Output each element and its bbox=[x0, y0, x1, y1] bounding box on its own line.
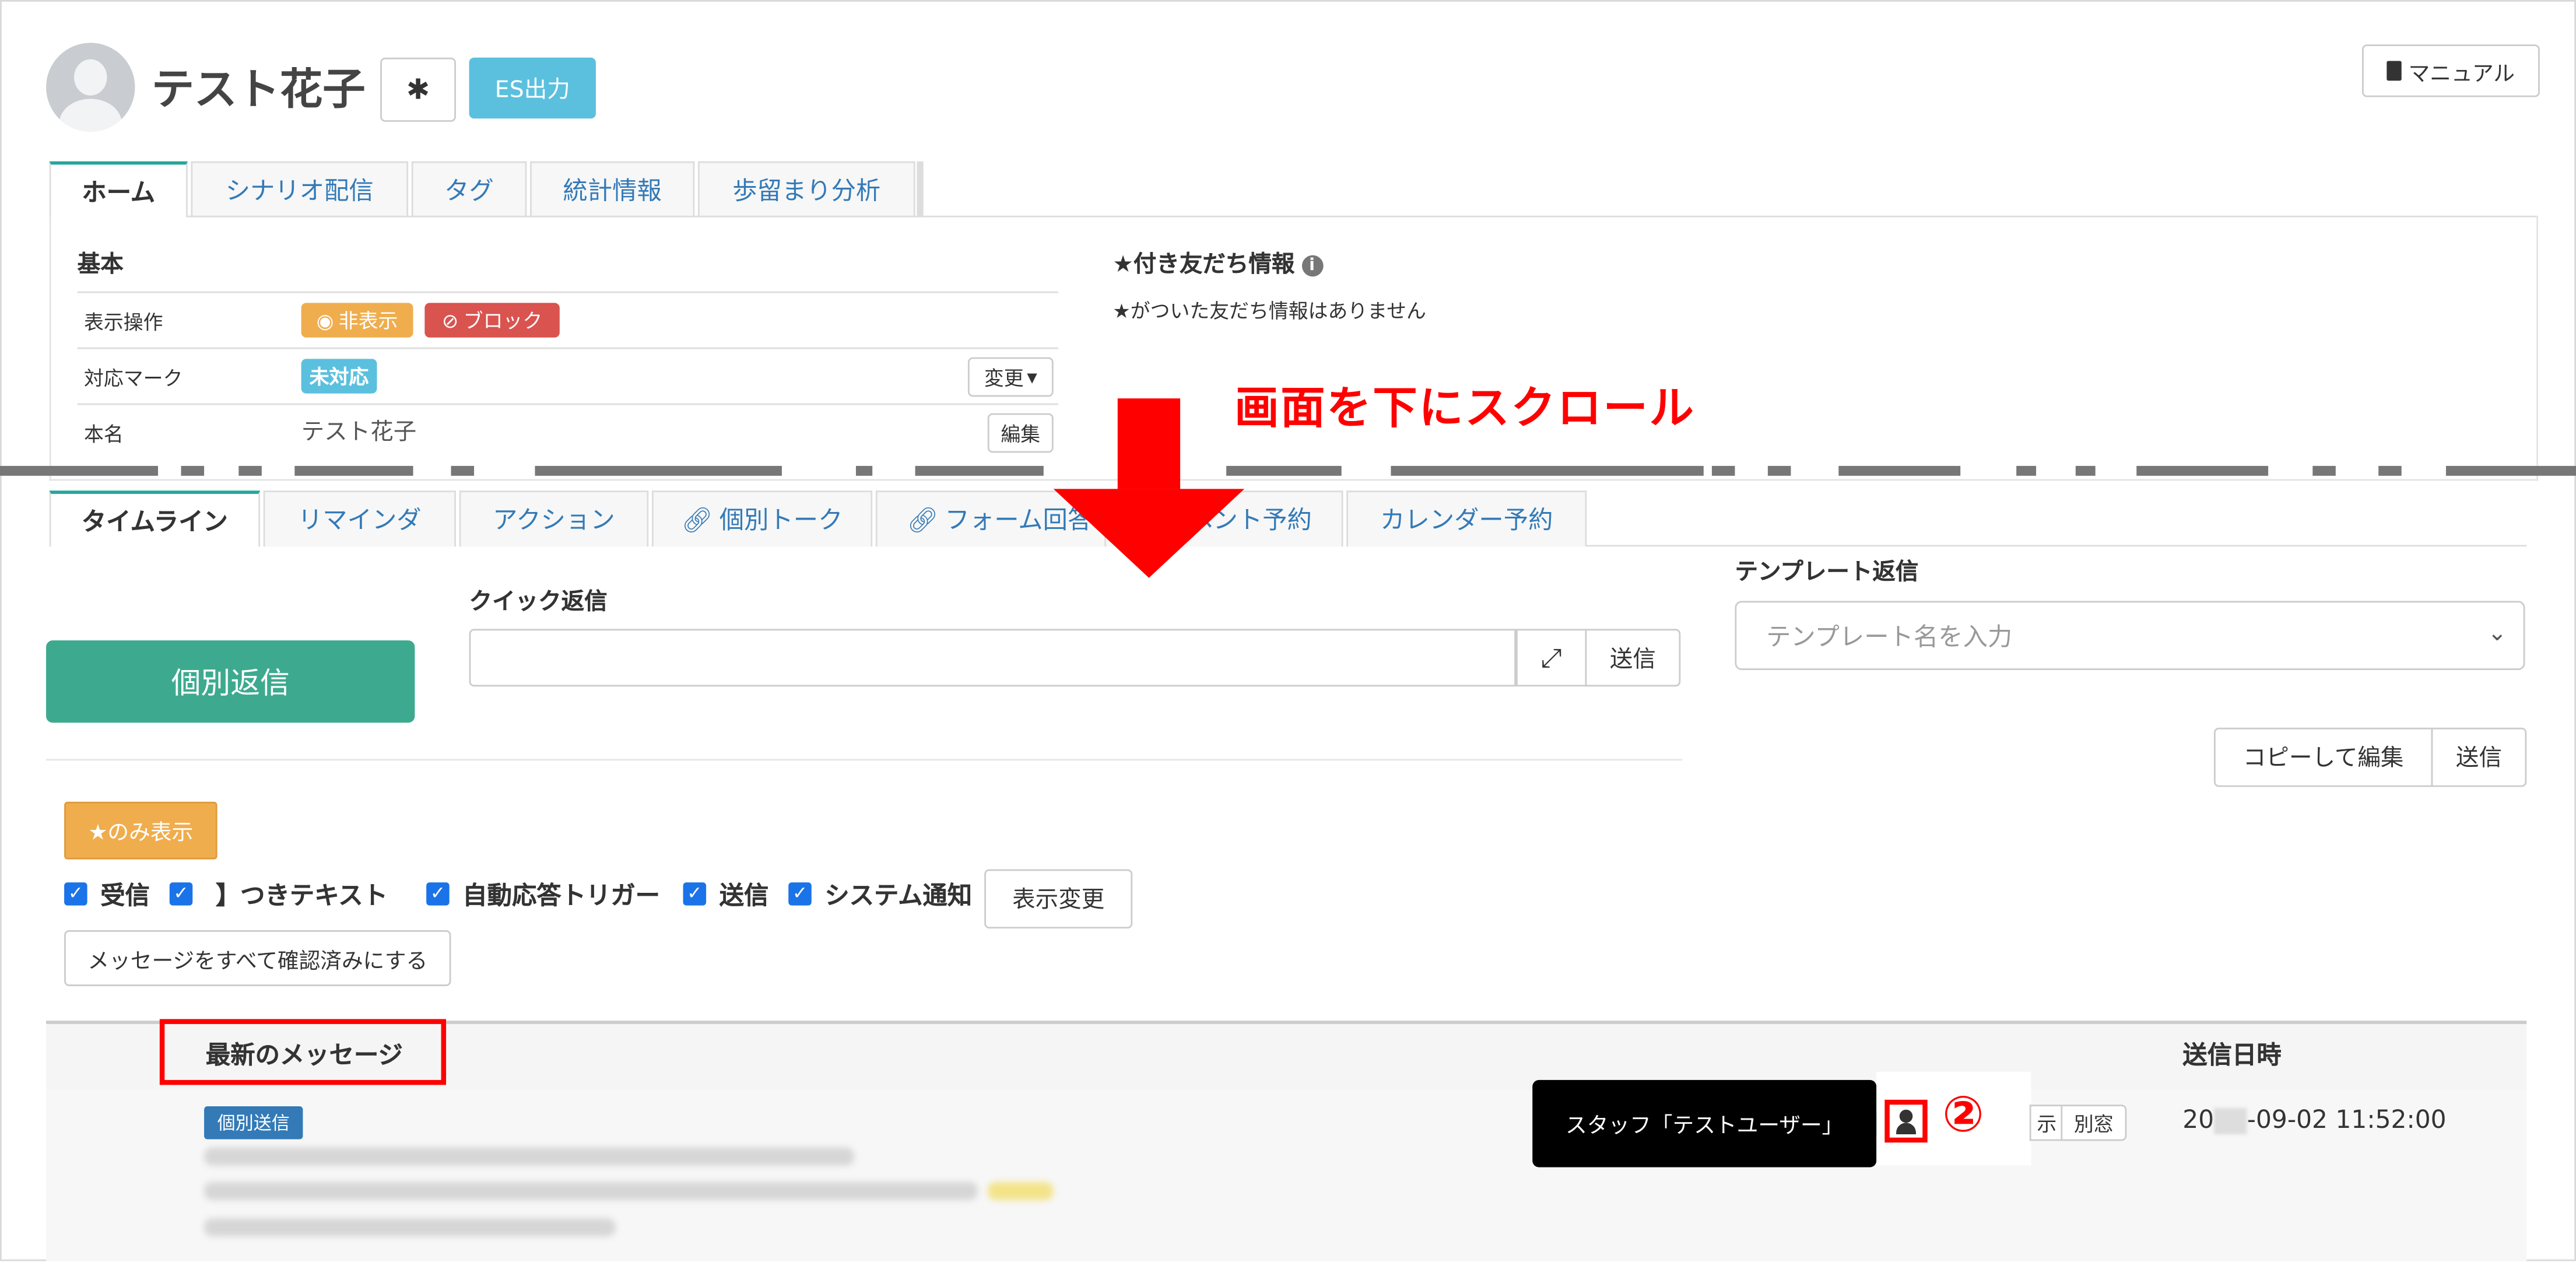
tab-reminder[interactable]: リマインダ bbox=[263, 490, 456, 547]
eye-off-icon: ◉ bbox=[316, 309, 334, 332]
scroll-instruction: 画面を下にスクロール bbox=[1234, 383, 1696, 435]
separate-window-button[interactable]: 別窓 bbox=[2061, 1105, 2127, 1141]
scroll-divider bbox=[0, 465, 159, 476]
template-placeholder: テンプレート名を入力 bbox=[1766, 621, 2013, 651]
row-label: 本名 bbox=[83, 423, 124, 447]
checkbox-label: システム通知 bbox=[824, 881, 973, 911]
divider bbox=[46, 759, 1683, 761]
tab-home[interactable]: ホーム bbox=[49, 161, 188, 218]
row-display-ops: 表示操作 ◉ 非表示 ⊘ ブロック bbox=[77, 291, 1059, 348]
display-button[interactable]: 示 bbox=[2029, 1105, 2063, 1141]
tab-calendar-reservation[interactable]: カレンダー予約 bbox=[1346, 490, 1587, 547]
step-marker: ② bbox=[1942, 1086, 1984, 1144]
message-type-badge: 個別送信 bbox=[204, 1106, 303, 1140]
row-response-mark: 対応マーク 未対応 変更 ▼ bbox=[77, 347, 1059, 404]
row-label: 表示操作 bbox=[83, 311, 163, 335]
tab-tags[interactable]: タグ bbox=[411, 161, 527, 218]
expand-button[interactable]: ⤢ bbox=[1515, 629, 1587, 687]
template-reply-label: テンプレート返信 bbox=[1735, 559, 1919, 586]
down-arrow-icon bbox=[1117, 398, 1181, 489]
info-icon: i bbox=[1301, 254, 1323, 276]
checkbox-label: 】つきテキスト bbox=[215, 881, 388, 911]
template-select[interactable]: テンプレート名を入力 ⌄ bbox=[1735, 601, 2525, 670]
star-info-empty: ★がついた友だち情報はありません bbox=[1112, 299, 1426, 323]
col-sent-at: 送信日時 bbox=[2182, 1040, 2282, 1070]
tab-timeline[interactable]: タイムライン bbox=[49, 490, 261, 547]
ban-icon: ⊘ bbox=[441, 309, 459, 332]
tab-yield-analysis[interactable]: 歩留まり分析 bbox=[697, 161, 915, 218]
individual-reply-button[interactable]: 個別返信 bbox=[46, 640, 415, 723]
manual-label: マニュアル bbox=[2408, 61, 2515, 87]
status-badge: 未対応 bbox=[301, 359, 377, 394]
chevron-down-icon: ⌄ bbox=[2487, 621, 2507, 647]
tab-scroll-edge bbox=[917, 161, 924, 218]
checkbox-received[interactable]: ✓ bbox=[64, 882, 87, 906]
block-button[interactable]: ⊘ ブロック bbox=[424, 303, 560, 338]
checkbox-system[interactable]: ✓ bbox=[788, 882, 812, 906]
staff-tooltip: スタッフ「テストユーザー」 bbox=[1532, 1079, 1877, 1168]
highlight-box bbox=[159, 1019, 447, 1085]
quick-reply-label: クイック返信 bbox=[469, 589, 608, 616]
edit-name-button[interactable]: 編集 bbox=[987, 413, 1054, 453]
settings-button[interactable]: ✱ bbox=[380, 57, 456, 122]
checkbox-bracket-text[interactable]: ✓ bbox=[169, 882, 193, 906]
link-icon: 🔗︎ bbox=[681, 504, 713, 535]
tab-action[interactable]: アクション bbox=[459, 490, 649, 547]
checkbox-label: 受信 bbox=[100, 881, 150, 911]
copy-edit-button[interactable]: コピーして編集 bbox=[2213, 727, 2433, 787]
tab-individual-talk[interactable]: 🔗︎ 個別トーク bbox=[651, 490, 873, 547]
quick-reply-input[interactable] bbox=[469, 629, 1516, 687]
sent-datetime: 20 -09-02 11:52:00 bbox=[2182, 1105, 2447, 1135]
checkbox-label: 自動応答トリガー bbox=[462, 881, 661, 911]
apply-filter-button[interactable]: 表示変更 bbox=[984, 869, 1133, 929]
real-name-value: テスト花子 bbox=[301, 419, 417, 447]
change-mark-button[interactable]: 変更 ▼ bbox=[967, 357, 1054, 397]
tab-divider bbox=[1587, 545, 2527, 547]
expand-icon: ⤢ bbox=[1540, 641, 1562, 673]
redacted-year bbox=[2214, 1107, 2247, 1134]
mark-all-read-button[interactable]: メッセージをすべて確認済みにする bbox=[64, 930, 451, 986]
row-real-name: 本名 テスト花子 編集 bbox=[77, 403, 1059, 460]
blurred-text bbox=[204, 1147, 855, 1166]
caret-down-icon: ▼ bbox=[1027, 369, 1037, 385]
manual-button[interactable]: マニュアル bbox=[2362, 44, 2540, 97]
avatar bbox=[46, 43, 135, 132]
checkbox-label: 送信 bbox=[719, 881, 769, 911]
template-send-button[interactable]: 送信 bbox=[2431, 727, 2527, 787]
staff-user-button[interactable] bbox=[1884, 1099, 1928, 1143]
basic-title: 基本 bbox=[77, 251, 124, 279]
checkbox-auto-trigger[interactable]: ✓ bbox=[426, 882, 450, 906]
tab-scenario[interactable]: シナリオ配信 bbox=[191, 161, 409, 218]
quick-send-button[interactable]: 送信 bbox=[1585, 629, 1681, 687]
down-arrow-head bbox=[1053, 489, 1245, 578]
es-export-button[interactable]: ES出力 bbox=[469, 57, 596, 119]
checkbox-sent[interactable]: ✓ bbox=[683, 882, 707, 906]
row-label: 対応マーク bbox=[83, 367, 183, 391]
book-icon bbox=[2387, 61, 2402, 81]
star-only-button[interactable]: ★のみ表示 bbox=[64, 801, 217, 860]
friend-name: テスト花子 bbox=[151, 65, 366, 115]
hide-button[interactable]: ◉ 非表示 bbox=[301, 303, 413, 338]
user-icon bbox=[1899, 1109, 1913, 1123]
star-info-title: ★付き友だち情報 i bbox=[1112, 247, 1323, 279]
tab-stats[interactable]: 統計情報 bbox=[530, 161, 695, 218]
link-icon: 🔗︎ bbox=[907, 504, 939, 535]
gear-icon: ✱ bbox=[406, 73, 430, 107]
